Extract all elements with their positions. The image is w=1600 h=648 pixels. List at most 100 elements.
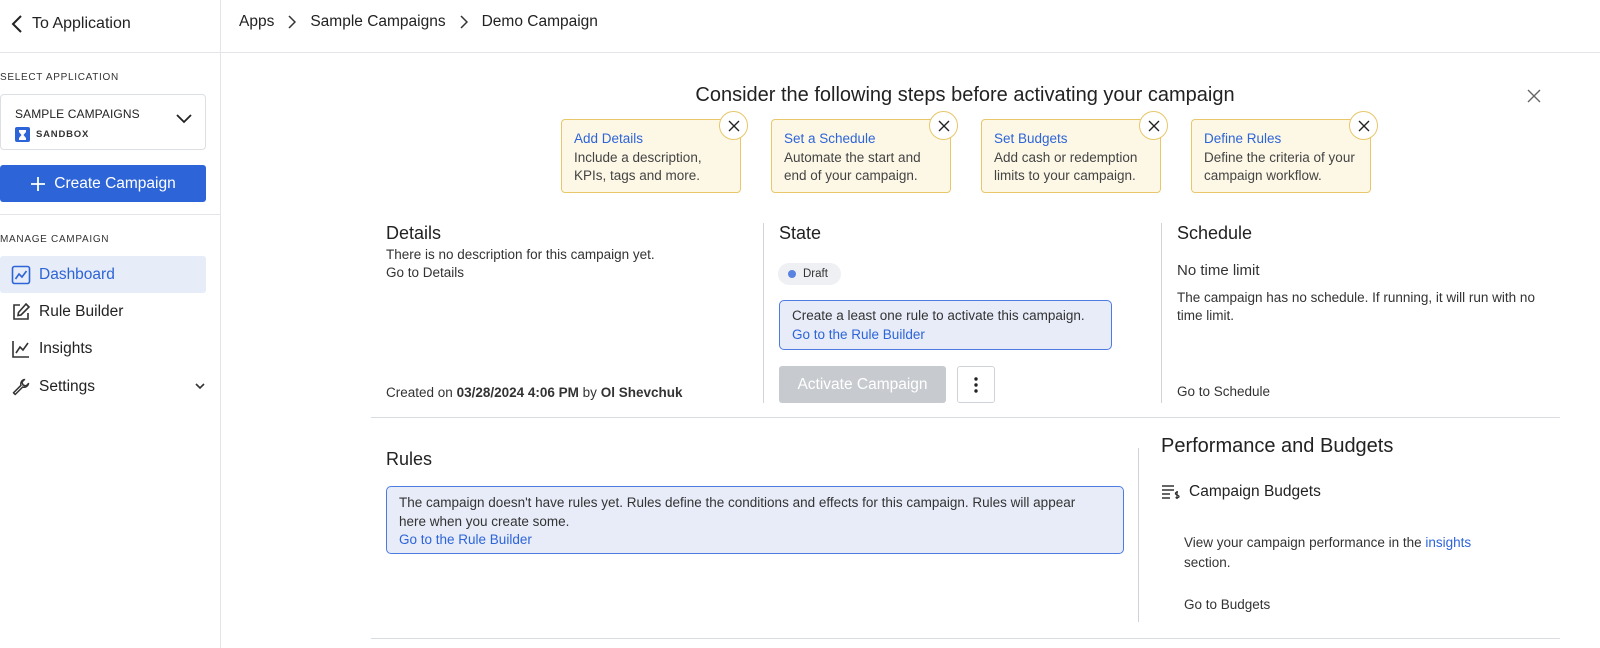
edit-icon [11,302,31,322]
step-description: Define the criteria of your [1204,149,1355,165]
breadcrumb: Apps Sample Campaigns Demo Campaign [239,13,598,31]
step-card-add-details: Add Details Include a description, KPIs,… [561,111,748,193]
state-title: State [779,223,822,243]
environment-badge: SANDBOX [15,127,205,142]
budget-list-icon [1161,482,1181,502]
dismiss-step-button[interactable] [1349,111,1378,140]
performance-description: View your campaign performance in the in… [1184,534,1471,553]
divider [1138,448,1139,622]
details-title: Details [386,223,442,243]
sidebar: To Application SELECT APPLICATION SAMPLE… [0,0,221,648]
select-application-label: SELECT APPLICATION [0,72,119,83]
step-description: Automate the start and [784,149,921,165]
step-description: campaign workflow. [1204,168,1322,183]
step-title-link[interactable]: Set Budgets [994,130,1160,149]
activate-campaign-button[interactable]: Activate Campaign [779,366,946,403]
status-dot [788,270,796,278]
schedule-title: Schedule [1177,223,1253,243]
divider [0,52,221,53]
step-title-link[interactable]: Set a Schedule [784,130,950,149]
go-to-details-link[interactable]: Go to Details [386,264,464,283]
dismiss-step-button[interactable] [719,111,748,140]
performance-title: Performance and Budgets [1161,435,1394,457]
rules-info-text: The campaign doesn't have rules yet. Rul… [399,495,1076,510]
steps-title: Consider the following steps before acti… [695,84,1235,106]
step-card-define-rules: Define Rules Define the criteria of your… [1191,111,1378,193]
divider [1161,223,1162,403]
chevron-down-icon [175,113,193,125]
status-badge: Draft [778,263,841,285]
divider [371,638,1560,639]
environment-label: SANDBOX [36,129,90,140]
insights-link[interactable]: insights [1425,535,1471,550]
sidebar-item-insights[interactable]: Insights [0,330,206,367]
plus-icon [30,176,46,192]
manage-campaign-label: MANAGE CAMPAIGN [0,234,110,245]
chevron-right-icon [288,15,297,29]
close-icon [728,120,740,132]
close-steps-button[interactable] [1527,89,1541,103]
go-to-budgets-link[interactable]: Go to Budgets [1184,596,1270,615]
line-chart-icon [11,339,31,359]
step-title-link[interactable]: Add Details [574,130,740,149]
sidebar-item-label: Settings [39,377,96,395]
step-description: Include a description, [574,149,702,165]
step-card-set-schedule: Set a Schedule Automate the start and en… [771,111,958,193]
schedule-description: time limit. [1177,308,1234,323]
application-selector[interactable]: SAMPLE CAMPAIGNS SANDBOX [0,94,206,150]
created-info: Created on 03/28/2024 4:06 PM by Ol Shev… [386,384,682,403]
created-by: by [582,385,597,400]
go-to-rule-builder-link[interactable]: Go to the Rule Builder [399,531,1123,550]
state-info-box: Create a least one rule to activate this… [779,300,1112,350]
chevron-down-icon [194,380,206,392]
topbar: Apps Sample Campaigns Demo Campaign [221,0,1600,53]
close-icon [1148,120,1160,132]
divider [371,417,1560,418]
campaign-budgets-heading: Campaign Budgets [1161,482,1321,502]
step-description: end of your campaign. [784,168,918,183]
back-to-application-link[interactable]: To Application [10,12,131,36]
wrench-icon [11,377,31,397]
schedule-description: The campaign has no schedule. If running… [1177,290,1535,305]
state-info-text: Create a least one rule to activate this… [792,308,1085,323]
go-to-rule-builder-link[interactable]: Go to the Rule Builder [792,326,1111,345]
back-label: To Application [32,15,131,32]
rules-info-box: The campaign doesn't have rules yet. Rul… [386,486,1124,554]
close-icon [938,120,950,132]
view-text: View your campaign performance in the [1184,535,1422,550]
status-label: Draft [803,268,828,280]
rules-info-text: here when you create some. [399,513,570,529]
breadcrumb-demo-campaign: Demo Campaign [481,13,598,30]
create-campaign-button[interactable]: Create Campaign [0,165,206,202]
sandbox-icon [15,127,30,142]
created-date: 03/28/2024 4:06 PM [456,385,579,400]
more-options-button[interactable] [957,366,995,403]
chevron-right-icon [460,15,468,29]
step-description: KPIs, tags and more. [574,168,701,183]
close-icon [1358,120,1370,132]
step-description: limits to your campaign. [994,168,1136,183]
dashboard-icon [11,265,31,285]
sidebar-item-dashboard[interactable]: Dashboard [0,256,206,293]
go-to-schedule-link[interactable]: Go to Schedule [1177,383,1270,402]
dismiss-step-button[interactable] [1139,111,1168,140]
step-card-set-budgets: Set Budgets Add cash or redemption limit… [981,111,1168,193]
schedule-subtitle: No time limit [1177,262,1260,279]
breadcrumb-sample-campaigns[interactable]: Sample Campaigns [310,13,445,31]
sidebar-item-label: Insights [39,339,93,357]
create-campaign-label: Create Campaign [54,174,176,192]
campaign-budgets-label: Campaign Budgets [1189,483,1321,500]
rules-title: Rules [386,449,433,469]
breadcrumb-apps[interactable]: Apps [239,13,274,31]
more-vertical-icon [974,376,978,393]
created-prefix: Created on [386,385,453,400]
created-author: Ol Shevchuk [600,385,683,400]
sidebar-item-label: Rule Builder [39,302,124,320]
sidebar-item-label: Dashboard [39,265,115,283]
step-title-link[interactable]: Define Rules [1204,130,1370,149]
sidebar-item-rule-builder[interactable]: Rule Builder [0,293,206,330]
chevron-left-icon [10,14,24,34]
divider [0,214,221,215]
dismiss-step-button[interactable] [929,111,958,140]
sidebar-item-settings[interactable]: Settings [0,368,206,405]
